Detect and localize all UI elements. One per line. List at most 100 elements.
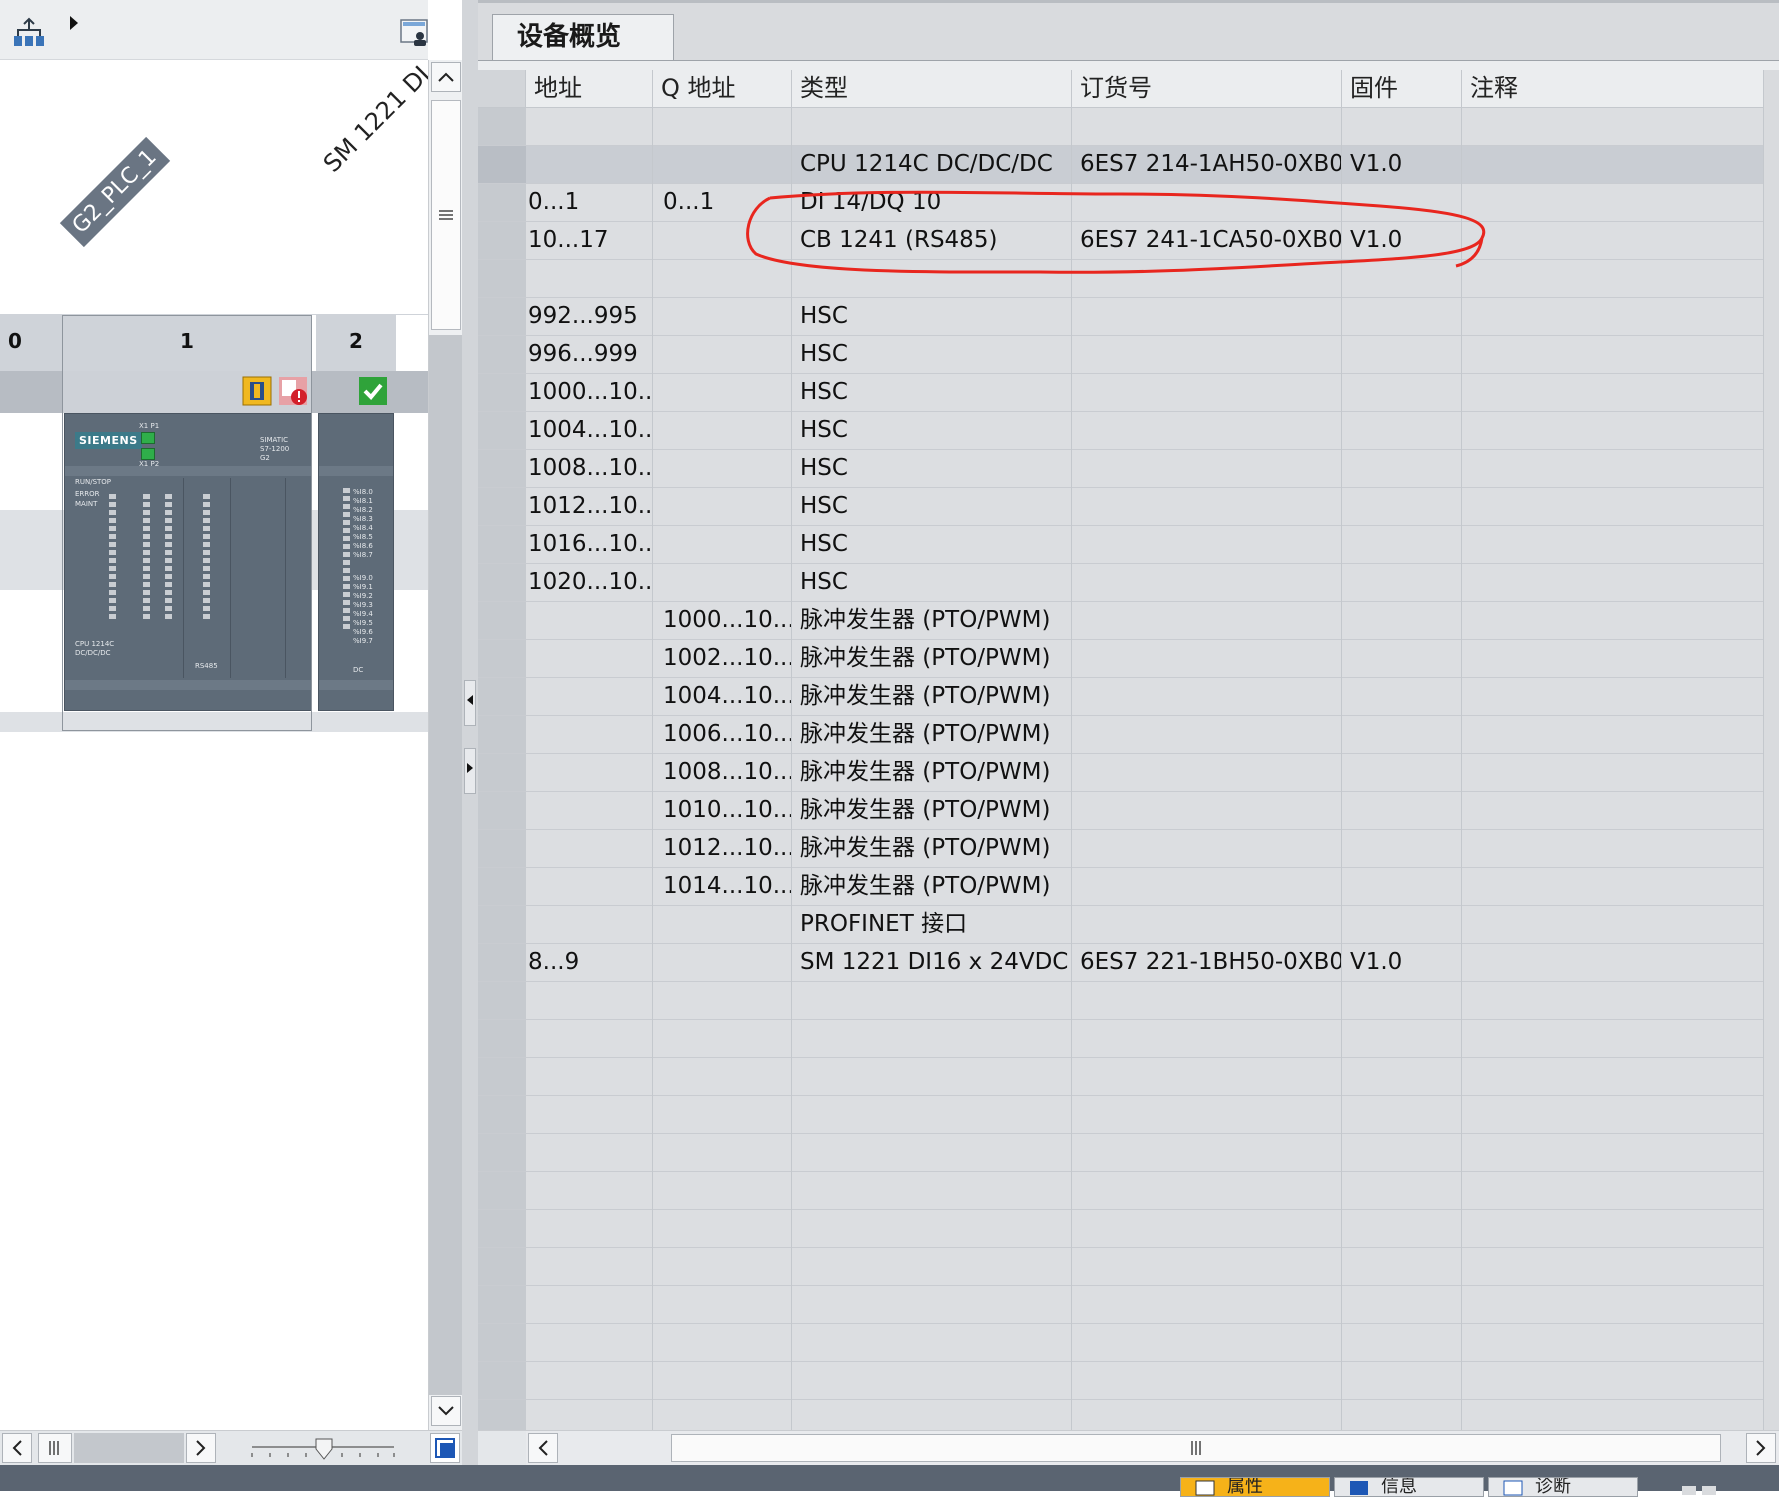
cell-firmware[interactable]: [1342, 184, 1462, 221]
cell-i-address[interactable]: [526, 754, 653, 791]
cell-firmware[interactable]: [1342, 488, 1462, 525]
cell-q-address[interactable]: [653, 1058, 792, 1095]
cell-i-address[interactable]: [526, 108, 653, 145]
cell-comment[interactable]: [1462, 1324, 1764, 1361]
cell-i-address[interactable]: 992...995: [526, 298, 653, 335]
table-row[interactable]: 1016...10... HSC: [478, 526, 1764, 564]
cell-q-address[interactable]: [653, 526, 792, 563]
cell-i-address[interactable]: 1016...10...: [526, 526, 653, 563]
cell-i-address[interactable]: [526, 1248, 653, 1285]
cell-type[interactable]: HSC: [792, 374, 1072, 411]
cell-type[interactable]: 脉冲发生器 (PTO/PWM): [792, 830, 1072, 867]
cell-comment[interactable]: [1462, 602, 1764, 639]
cell-type[interactable]: 脉冲发生器 (PTO/PWM): [792, 792, 1072, 829]
cell-comment[interactable]: [1462, 488, 1764, 525]
cell-order-number[interactable]: [1072, 412, 1342, 449]
cell-q-address[interactable]: 1002...10...: [653, 640, 792, 677]
cell-order-number[interactable]: [1072, 1210, 1342, 1247]
row-header[interactable]: [478, 298, 526, 335]
cell-comment[interactable]: [1462, 298, 1764, 335]
expand-arrow-icon[interactable]: [68, 14, 82, 32]
row-header[interactable]: [478, 412, 526, 449]
cell-firmware[interactable]: [1342, 526, 1462, 563]
tab-properties[interactable]: 属性: [1180, 1477, 1330, 1497]
cell-firmware[interactable]: [1342, 1286, 1462, 1323]
cell-type[interactable]: [792, 1058, 1072, 1095]
cell-type[interactable]: [792, 108, 1072, 145]
cell-order-number[interactable]: [1072, 640, 1342, 677]
cell-q-address[interactable]: [653, 488, 792, 525]
cell-firmware[interactable]: [1342, 640, 1462, 677]
row-header[interactable]: [478, 678, 526, 715]
cell-firmware[interactable]: [1342, 1020, 1462, 1057]
row-header[interactable]: [478, 450, 526, 487]
cell-firmware[interactable]: [1342, 906, 1462, 943]
cell-firmware[interactable]: [1342, 108, 1462, 145]
table-row[interactable]: 0...1 0...1 DI 14/DQ 10: [478, 184, 1764, 222]
cell-q-address[interactable]: [653, 564, 792, 601]
cell-i-address[interactable]: [526, 1020, 653, 1057]
cell-i-address[interactable]: 10...17: [526, 222, 653, 259]
table-row[interactable]: [478, 1210, 1764, 1248]
cell-comment[interactable]: [1462, 944, 1764, 981]
row-header[interactable]: [478, 792, 526, 829]
cell-q-address[interactable]: [653, 1172, 792, 1209]
cell-q-address[interactable]: 1000...10...: [653, 602, 792, 639]
cell-i-address[interactable]: 8...9: [526, 944, 653, 981]
cell-q-address[interactable]: [653, 944, 792, 981]
cell-type[interactable]: 脉冲发生器 (PTO/PWM): [792, 678, 1072, 715]
table-row[interactable]: [478, 1096, 1764, 1134]
cell-type[interactable]: CPU 1214C DC/DC/DC: [792, 146, 1072, 183]
cell-i-address[interactable]: [526, 792, 653, 829]
row-header[interactable]: [478, 602, 526, 639]
cell-comment[interactable]: [1462, 526, 1764, 563]
table-row[interactable]: 1012...10... 脉冲发生器 (PTO/PWM): [478, 830, 1764, 868]
cell-q-address[interactable]: [653, 146, 792, 183]
row-header[interactable]: [478, 564, 526, 601]
collapse-left-button[interactable]: [464, 680, 476, 726]
table-row[interactable]: 1004...10... HSC: [478, 412, 1764, 450]
cell-comment[interactable]: [1462, 1286, 1764, 1323]
cell-order-number[interactable]: [1072, 526, 1342, 563]
cell-type[interactable]: HSC: [792, 336, 1072, 373]
cell-firmware[interactable]: [1342, 830, 1462, 867]
cell-type[interactable]: [792, 1324, 1072, 1361]
cell-order-number[interactable]: [1072, 1172, 1342, 1209]
cell-order-number[interactable]: [1072, 602, 1342, 639]
cell-order-number[interactable]: 6ES7 241-1CA50-0XB0: [1072, 222, 1342, 259]
cell-i-address[interactable]: [526, 1286, 653, 1323]
row-header[interactable]: [478, 868, 526, 905]
hscroll-track[interactable]: [74, 1433, 184, 1463]
scroll-left-button[interactable]: [2, 1433, 32, 1463]
cell-order-number[interactable]: 6ES7 214-1AH50-0XB0: [1072, 146, 1342, 183]
cell-q-address[interactable]: [653, 298, 792, 335]
cell-order-number[interactable]: [1072, 754, 1342, 791]
tab-device-overview[interactable]: 设备概览: [492, 14, 674, 62]
table-row[interactable]: [478, 1058, 1764, 1096]
cell-i-address[interactable]: [526, 982, 653, 1019]
cell-i-address[interactable]: [526, 602, 653, 639]
sm-module[interactable]: %I8.0 %I8.1 %I8.2 %I8.3 %I8.4 %I8.5 %I8.6 %I8.7…: [318, 413, 394, 711]
cell-i-address[interactable]: 0...1: [526, 184, 653, 221]
cell-comment[interactable]: [1462, 906, 1764, 943]
table-row[interactable]: [478, 1134, 1764, 1172]
row-header[interactable]: [478, 336, 526, 373]
cell-firmware[interactable]: [1342, 298, 1462, 335]
cell-firmware[interactable]: [1342, 868, 1462, 905]
table-hscroll-thumb[interactable]: [671, 1434, 1721, 1462]
cell-firmware[interactable]: V1.0: [1342, 222, 1462, 259]
cell-order-number[interactable]: [1072, 716, 1342, 753]
cell-i-address[interactable]: [526, 1096, 653, 1133]
device-overview-table[interactable]: 地址 Q 地址 类型 订货号 固件 注释 CPU 1214C DC/DC/DC 6…: [478, 70, 1764, 1438]
cell-type[interactable]: [792, 1172, 1072, 1209]
table-row[interactable]: 8...9 SM 1221 DI16 x 24VDC 6ES7 221-1BH50-…: [478, 944, 1764, 982]
cell-firmware[interactable]: [1342, 678, 1462, 715]
cell-type[interactable]: [792, 982, 1072, 1019]
cell-order-number[interactable]: [1072, 1134, 1342, 1171]
table-row[interactable]: 992...995 HSC: [478, 298, 1764, 336]
cell-comment[interactable]: [1462, 868, 1764, 905]
cell-type[interactable]: 脉冲发生器 (PTO/PWM): [792, 602, 1072, 639]
column-header-comment[interactable]: 注释: [1462, 70, 1764, 108]
cell-q-address[interactable]: [653, 1362, 792, 1399]
cell-firmware[interactable]: [1342, 1324, 1462, 1361]
